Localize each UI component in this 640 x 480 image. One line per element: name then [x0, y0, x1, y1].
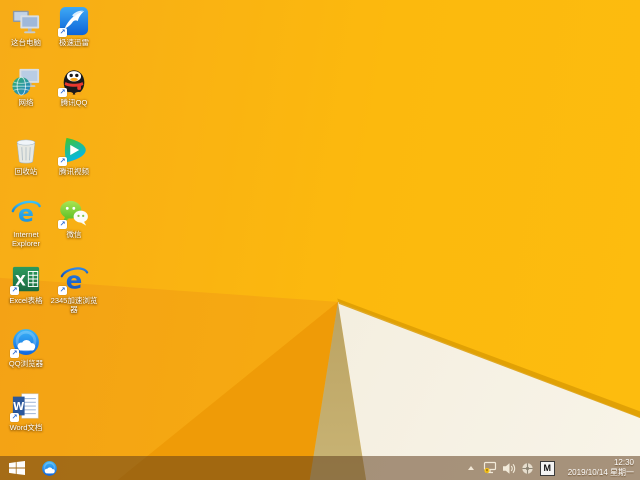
volume-icon[interactable]	[502, 460, 516, 476]
shortcut-arrow-icon: ↗	[10, 286, 19, 295]
desktop-icon-tencent-video[interactable]: ↗ 腾讯视频	[50, 135, 98, 176]
icon-label: 网络	[18, 98, 34, 107]
desktop-icon-wechat[interactable]: ↗ 微信	[50, 198, 98, 239]
desktop-icon-word[interactable]: ↗ Word文档	[2, 391, 50, 432]
wechat-icon: ↗	[58, 198, 89, 229]
qq-browser-icon: ↗	[10, 327, 41, 358]
desktop-icon-recycle-bin[interactable]: 回收站	[2, 135, 50, 176]
desktop[interactable]: e X e	[0, 0, 640, 480]
thunder-icon: ↗	[58, 6, 89, 37]
desktop-icon-this-pc[interactable]: 这台电脑	[2, 6, 50, 47]
windows-logo-icon	[9, 461, 25, 475]
desktop-icon-thunder[interactable]: ↗ 极速迅雷	[50, 6, 98, 47]
clock-time: 12:30	[613, 458, 634, 467]
desktop-icon-qq-browser[interactable]: ↗ QQ浏览器	[2, 327, 50, 368]
icon-label: 微信	[66, 230, 82, 239]
hidden-icons-chevron-icon[interactable]	[464, 460, 478, 476]
icon-label: 回收站	[14, 167, 38, 176]
taskbar: M 12:30 2019/10/14 星期一	[0, 456, 640, 480]
shortcut-arrow-icon: ↗	[58, 157, 67, 166]
shortcut-arrow-icon: ↗	[58, 286, 67, 295]
desktop-icon-excel[interactable]: ↗ Excel表格	[2, 264, 50, 305]
shortcut-arrow-icon: ↗	[58, 28, 67, 37]
taskbar-pinned-qq-browser[interactable]	[34, 456, 64, 480]
icon-label: Internet Explorer	[12, 230, 40, 248]
qq-icon: ↗	[58, 66, 89, 97]
icon-label: Excel表格	[9, 296, 43, 305]
ime-indicator[interactable]: M	[539, 460, 555, 476]
shortcut-arrow-icon: ↗	[10, 413, 19, 422]
desktop-icon-internet-explorer[interactable]: Internet Explorer	[2, 198, 50, 248]
icon-label: 腾讯视频	[59, 167, 89, 176]
word-icon: ↗	[10, 391, 41, 422]
system-tray: M 12:30 2019/10/14 星期一	[464, 456, 640, 480]
network-warning-icon[interactable]	[483, 460, 497, 476]
icon-label: 极速迅雷	[59, 38, 89, 47]
tencent-video-icon: ↗	[58, 135, 89, 166]
sync-circle-icon[interactable]	[521, 460, 535, 476]
desktop-icon-browser-2345[interactable]: ↗ 2345加速浏览器	[50, 264, 98, 314]
clock-date: 2019/10/14 星期一	[567, 468, 634, 477]
desktop-icon-network[interactable]: 网络	[2, 66, 50, 107]
excel-icon: ↗	[10, 264, 41, 295]
start-button[interactable]	[0, 456, 34, 480]
qq-browser-icon	[41, 460, 58, 477]
shortcut-arrow-icon: ↗	[10, 349, 19, 358]
this-pc-icon	[11, 6, 41, 36]
icon-label: 2345加速浏览器	[50, 296, 98, 314]
recycle-bin-icon	[11, 135, 41, 165]
icon-label: Word文档	[9, 423, 43, 432]
shortcut-arrow-icon: ↗	[58, 88, 67, 97]
browser-2345-icon: ↗	[58, 264, 89, 295]
icon-label: 腾讯QQ	[60, 98, 88, 107]
network-icon	[11, 66, 41, 96]
internet-explorer-icon	[11, 198, 41, 228]
desktop-icon-grid: 这台电脑 ↗ 极速迅雷 网络 ↗ 腾讯QQ 回收站 ↗ 腾讯视频 Internet Explore…	[2, 0, 122, 456]
icon-label: 这台电脑	[11, 38, 41, 47]
icon-label: QQ浏览器	[8, 359, 44, 368]
desktop-icon-qq[interactable]: ↗ 腾讯QQ	[50, 66, 98, 107]
shortcut-arrow-icon: ↗	[58, 220, 67, 229]
taskbar-clock[interactable]: 12:30 2019/10/14 星期一	[560, 458, 640, 478]
